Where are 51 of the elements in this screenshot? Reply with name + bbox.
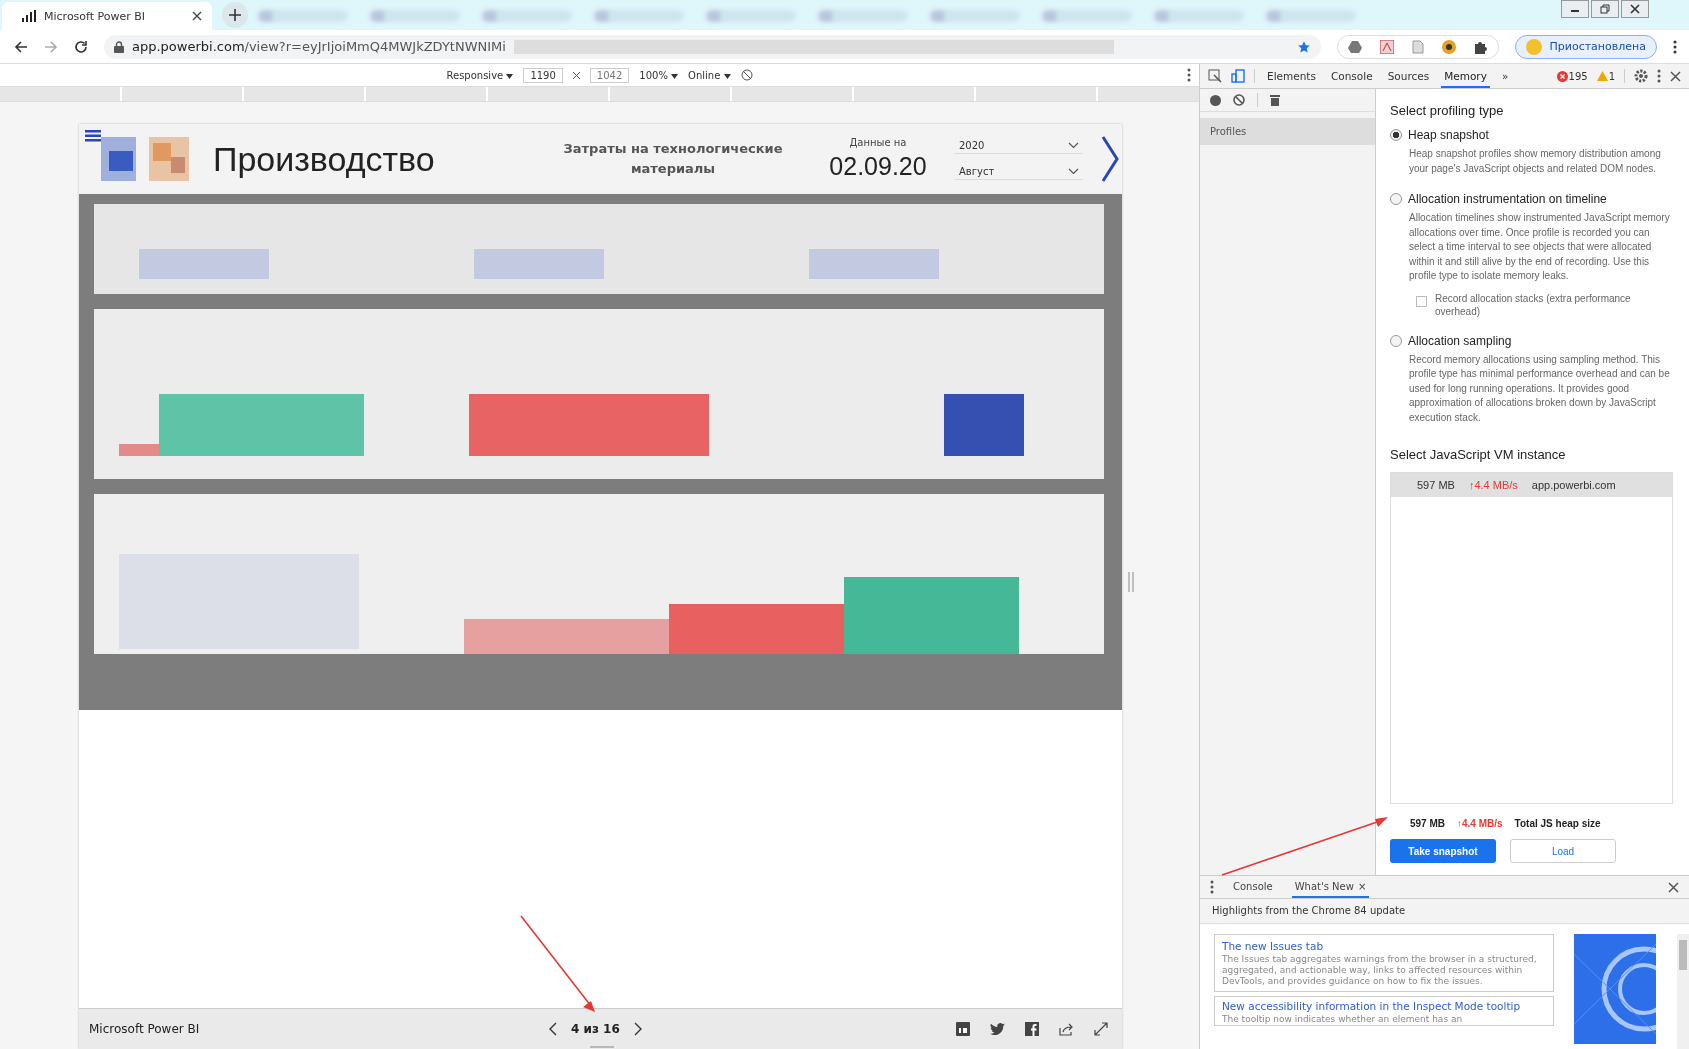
report-subtitle: Затраты на технологические материалы — [562, 140, 784, 178]
drawer-tab[interactable]: Console — [1230, 876, 1276, 898]
section-heading: Select JavaScript VM instance — [1390, 447, 1567, 462]
devtools-tab[interactable]: Sources — [1384, 64, 1433, 88]
option-label[interactable]: Heap snapshot — [1408, 128, 1489, 142]
filter-dropdown[interactable]: Август — [955, 164, 1083, 180]
date-label: Данные на — [849, 137, 907, 148]
profile-button[interactable]: Приостановлена — [1514, 34, 1657, 59]
devtools-tab[interactable]: Elements — [1264, 64, 1319, 88]
tab-title: Microsoft Power BI — [44, 9, 147, 23]
heap-size: 597 MB — [1417, 479, 1455, 491]
vm-instance-row[interactable]: 597 MB ↑4.4 MB/s app.powerbi.com — [1391, 473, 1672, 497]
close-tab-button[interactable]: × — [1357, 881, 1367, 892]
height-field[interactable]: 1042 — [589, 67, 630, 83]
heap-size-label: Total JS heap size — [1514, 818, 1601, 829]
browser-tab[interactable]: Microsoft Power BI — [2, 2, 212, 30]
footer-brand: Microsoft Power BI — [89, 1022, 201, 1036]
news-text: The tooltip now indicates whether an element has an — [1222, 1014, 1464, 1025]
option-description: Record memory allocations using sampling method. This profile type has minimal performance overhead and can be used for long running operations. It provides good approximation of allocations broken down by JavaScript execution stack. — [1408, 352, 1671, 425]
network-dropdown[interactable]: Online — [688, 69, 731, 81]
take-snapshot-button[interactable]: Take snapshot — [1390, 839, 1496, 863]
news-text: The Issues tab aggregates warnings from the browser in a structured, aggregated, and actionable way, links to affected resources within DevTools, and provides guidance on how to fix the issues. — [1222, 954, 1538, 987]
option-label[interactable]: Allocation sampling — [1408, 333, 1512, 348]
vm-host: app.powerbi.com — [1531, 479, 1616, 491]
checkbox-label[interactable]: Record allocation stacks (extra performance overhead) — [1435, 291, 1673, 318]
news-link[interactable]: New accessibility information in the Inspect Mode tooltip — [1222, 999, 1546, 1014]
mode-dropdown[interactable]: Responsive — [446, 69, 514, 81]
url-text: app.powerbi.com/view?r=eyJrIjoiMmQ4MWJkZDYtNWNIMi — [132, 39, 506, 54]
devtools-tab[interactable]: Console — [1327, 64, 1376, 88]
option-label[interactable]: Allocation instrumentation on timeline — [1408, 192, 1607, 206]
address-field[interactable]: app.powerbi.com/view?r=eyJrIjoiMmQ4MWJkZDYtNWNIMi — [104, 34, 1321, 59]
heap-rate: ↑4.4 MB/s — [1468, 479, 1518, 491]
profiles-item[interactable]: Profiles — [1200, 118, 1375, 145]
zoom-dropdown[interactable]: 100% — [639, 69, 679, 81]
filter-dropdown[interactable]: 2020 — [955, 138, 1083, 154]
option-description: Heap snapshot profiles show memory distribution among your page's JavaScript objects and related DOM nodes. — [1408, 147, 1662, 176]
date-value: 02.09.20 — [829, 152, 927, 181]
highlights-header: Highlights from the Chrome 84 update — [1200, 899, 1689, 924]
option-description: Allocation timelines show instrumented JavaScript memory allocations over time. Once profile is recorded you can select a time interval to see objects that were allocated within it and still alive by the end of recording. Use this profile type to isolate memory leaks. — [1408, 211, 1671, 283]
load-button[interactable]: Load — [1510, 839, 1616, 863]
page-counter: 4 из 16 — [571, 1022, 620, 1036]
section-heading: Select profiling type — [1390, 103, 1505, 118]
devtools-tab[interactable]: Memory — [1441, 64, 1490, 88]
warning-count[interactable]: 1 — [1608, 70, 1615, 82]
report-title: Производство — [213, 139, 436, 179]
width-field[interactable]: 1190 — [523, 67, 563, 83]
heap-rate: ↑4.4 MB/s — [1457, 818, 1503, 829]
news-link[interactable]: The new Issues tab — [1222, 939, 1546, 954]
heap-size: 597 MB — [1410, 818, 1445, 829]
error-count[interactable]: 195 — [1568, 70, 1588, 82]
more-tabs-button[interactable]: » — [1498, 64, 1512, 88]
